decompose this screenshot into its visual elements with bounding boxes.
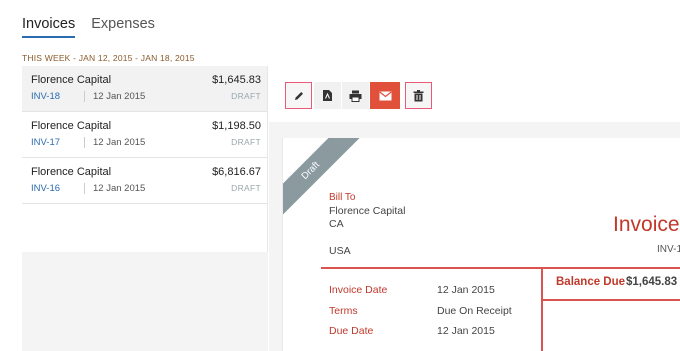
terms-value: Due On Receipt — [437, 305, 512, 317]
divider — [84, 183, 85, 194]
balance-due-value: $1,645.83 — [626, 276, 678, 288]
invoice-number: INV-18 — [657, 244, 680, 255]
divider — [84, 137, 85, 148]
invoice-document: Draft Bill To Florence Capital CA USA In… — [282, 138, 680, 351]
tab-bar: Invoices Expenses — [22, 16, 171, 38]
invoice-date: 12 Jan 2015 — [93, 137, 146, 148]
status-badge: DRAFT — [231, 91, 261, 101]
due-date-value: 12 Jan 2015 — [437, 325, 495, 337]
list-empty-area — [22, 252, 268, 351]
terms-label: Terms — [329, 305, 358, 317]
divider — [84, 91, 85, 102]
invoice-row-inv-17[interactable]: Florence Capital $1,198.50 INV-17 12 Jan… — [22, 112, 267, 158]
balance-due-label: Balance Due — [556, 276, 626, 288]
invoice-date-value: 12 Jan 2015 — [437, 284, 495, 296]
invoice-number-link[interactable]: INV-18 — [31, 91, 60, 102]
invoice-amount: $6,816.67 — [212, 166, 261, 178]
invoice-date-label: Invoice Date — [329, 284, 388, 296]
printer-icon — [349, 90, 362, 102]
edit-button[interactable] — [285, 82, 312, 109]
print-button[interactable] — [342, 82, 369, 109]
invoice-date: 12 Jan 2015 — [93, 183, 146, 194]
divider — [541, 299, 680, 301]
bill-to-label: Bill To — [329, 192, 356, 203]
pdf-button[interactable] — [314, 82, 341, 109]
invoice-amount: $1,198.50 — [212, 120, 261, 132]
invoice-amount: $1,645.83 — [212, 74, 261, 86]
delete-button[interactable] — [405, 82, 432, 109]
invoice-number-link[interactable]: INV-16 — [31, 183, 60, 194]
customer-name: Florence Capital — [31, 120, 112, 132]
bill-to-country: USA — [329, 245, 351, 257]
invoice-number-link[interactable]: INV-17 — [31, 137, 60, 148]
invoice-list: Florence Capital $1,645.83 INV-18 12 Jan… — [22, 66, 268, 351]
invoice-date: 12 Jan 2015 — [93, 91, 146, 102]
divider — [541, 267, 543, 351]
week-range-label: THIS WEEK - JAN 12, 2015 - JAN 18, 2015 — [22, 53, 195, 63]
divider — [321, 267, 680, 269]
invoice-row-inv-16[interactable]: Florence Capital $6,816.67 INV-16 12 Jan… — [22, 158, 267, 204]
customer-name: Florence Capital — [31, 166, 112, 178]
bill-to-state: CA — [329, 218, 344, 230]
bill-to-name: Florence Capital — [329, 205, 406, 217]
status-badge: DRAFT — [231, 137, 261, 147]
trash-icon — [413, 89, 424, 101]
due-date-label: Due Date — [329, 325, 374, 337]
tab-expenses[interactable]: Expenses — [91, 16, 155, 38]
customer-name: Florence Capital — [31, 74, 112, 86]
invoice-title: Invoice — [613, 213, 680, 236]
status-badge: DRAFT — [231, 183, 261, 193]
invoice-row-inv-18[interactable]: Florence Capital $1,645.83 INV-18 12 Jan… — [22, 66, 267, 112]
pdf-icon — [323, 90, 332, 101]
email-button[interactable] — [370, 82, 400, 109]
tab-invoices[interactable]: Invoices — [22, 16, 76, 38]
pencil-icon — [294, 91, 303, 100]
mail-icon — [378, 91, 392, 100]
